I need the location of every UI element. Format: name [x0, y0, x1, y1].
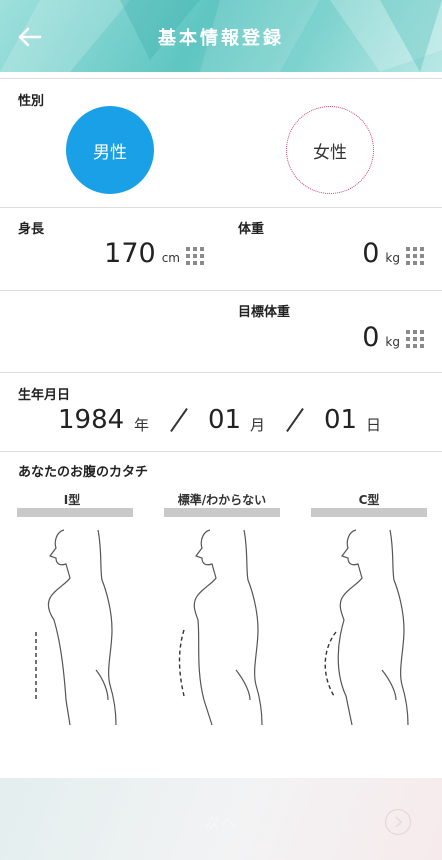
gender-male-button[interactable]: 男性: [66, 106, 154, 194]
gender-female-button[interactable]: 女性: [286, 106, 374, 194]
header-bar: 基本情報登録: [0, 0, 442, 72]
keypad-icon[interactable]: [406, 330, 424, 348]
keypad-icon[interactable]: [186, 247, 204, 265]
belly-type-standard-bar: [164, 508, 280, 517]
birth-year-unit: 年: [134, 416, 150, 434]
belly-type-i-figure[interactable]: [20, 520, 140, 730]
divider: [0, 78, 442, 79]
height-label: 身長: [18, 222, 45, 237]
gender-female-label: 女性: [313, 142, 347, 163]
date-separator: [286, 407, 304, 433]
target-weight-number: 0: [362, 322, 380, 353]
belly-shape-label: あなたのお腹のカタチ: [18, 465, 149, 480]
divider: [0, 290, 442, 291]
target-weight-value[interactable]: 0 kg: [362, 322, 400, 353]
belly-type-c-bar: [311, 508, 427, 517]
height-unit: cm: [161, 251, 180, 265]
belly-type-c-figure[interactable]: [312, 520, 432, 730]
birthday-label: 生年月日: [18, 388, 71, 403]
birth-day-unit: 日: [366, 416, 382, 434]
page-title: 基本情報登録: [158, 28, 284, 49]
date-separator: [170, 407, 188, 433]
next-button[interactable]: 次へ: [0, 812, 442, 833]
belly-type-standard-label: 標準/わからない: [177, 493, 267, 507]
weight-unit: kg: [385, 251, 400, 265]
target-weight-label: 目標体重: [238, 305, 291, 320]
divider: [0, 372, 442, 373]
belly-type-standard-figure[interactable]: [166, 520, 286, 730]
height-value[interactable]: 170 cm: [104, 238, 180, 269]
belly-type-i-bar: [17, 508, 133, 517]
gender-label: 性別: [18, 94, 45, 109]
divider: [0, 207, 442, 208]
gender-male-label: 男性: [93, 142, 127, 163]
chevron-right-circle-icon[interactable]: [384, 808, 412, 836]
target-weight-unit: kg: [385, 335, 400, 349]
height-number: 170: [104, 238, 156, 269]
belly-type-c-label: C型: [358, 493, 380, 507]
weight-number: 0: [362, 238, 380, 269]
keypad-icon[interactable]: [406, 247, 424, 265]
birth-month-unit: 月: [250, 416, 266, 434]
weight-value[interactable]: 0 kg: [362, 238, 400, 269]
belly-type-i-label: I型: [63, 493, 81, 507]
birth-day[interactable]: 01: [324, 405, 357, 435]
birth-year[interactable]: 1984: [58, 405, 124, 435]
footer-bar: 次へ: [0, 778, 442, 860]
birth-month[interactable]: 01: [208, 405, 241, 435]
weight-label: 体重: [238, 222, 265, 237]
divider: [0, 451, 442, 452]
